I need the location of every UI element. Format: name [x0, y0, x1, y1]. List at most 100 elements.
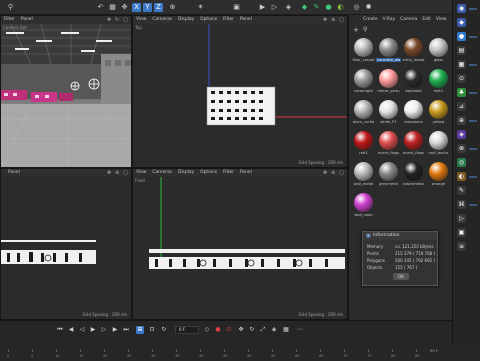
frame-ruler[interactable]: 0 5 10 15 20 25 30 35 40 45 50 55 60 65 70 75 80 85	[0, 335, 452, 361]
attributes-icon[interactable]: ●	[457, 32, 466, 41]
menu-filter[interactable]: Filter	[223, 16, 234, 24]
material-item[interactable]: wall_neon	[351, 192, 376, 222]
render-queue-icon[interactable]: ▷	[457, 214, 466, 223]
maximize-view-icon[interactable]: ▢	[339, 170, 345, 176]
menu-filter[interactable]: Filter	[4, 16, 15, 24]
menu-view[interactable]: View	[136, 169, 146, 177]
render-region-icon[interactable]: ▣	[232, 3, 241, 12]
ok-button[interactable]: OK	[393, 273, 409, 280]
menu-view[interactable]: View	[136, 16, 146, 24]
menu-display[interactable]: Display	[178, 16, 194, 24]
record-key-icon[interactable]: ●	[214, 326, 222, 334]
move-view-icon[interactable]: ✥	[107, 170, 113, 176]
xpresso-icon[interactable]: ⌘	[457, 200, 466, 209]
viewport-top[interactable]: View Cameras Display Options Filter Pane…	[132, 15, 348, 168]
key-pla-icon[interactable]: ▦	[282, 326, 290, 334]
menu-cameras[interactable]: Cameras	[152, 169, 172, 177]
sculpt-icon[interactable]: ◐	[457, 172, 466, 181]
menu-camera[interactable]: Camera	[400, 15, 417, 24]
record-mode-icon[interactable]: ⊞	[136, 326, 144, 334]
world-coords-icon[interactable]: ⊕	[168, 3, 177, 12]
move-icon[interactable]: ✥	[120, 3, 129, 12]
menu-vray[interactable]: V-Ray	[383, 15, 396, 24]
sphere-icon[interactable]: ●	[324, 3, 333, 12]
material-item[interactable]: white_P1	[376, 99, 401, 129]
material-item[interactable]: roof_textur	[426, 130, 451, 160]
menu-panel[interactable]: Panel	[21, 16, 33, 24]
key-position-icon[interactable]: ✥	[237, 326, 245, 334]
add-material-icon[interactable]: +	[353, 26, 359, 34]
material-item[interactable]: greymetal	[376, 161, 401, 191]
layout-icon[interactable]: ◉	[457, 4, 466, 13]
undo-icon[interactable]: ↶	[96, 3, 105, 12]
menu-edit[interactable]: Edit	[422, 15, 431, 24]
menu-panel[interactable]: Panel	[240, 16, 252, 24]
cube-icon[interactable]: ◆	[300, 3, 309, 12]
menu-panel[interactable]: Panel	[240, 169, 252, 177]
next-frame-icon[interactable]: ▷	[100, 326, 108, 334]
render-view-icon[interactable]: ▶	[258, 3, 267, 12]
previous-key-icon[interactable]: ◀	[67, 326, 75, 334]
material-item[interactable]: blackmetal	[401, 161, 426, 191]
search-icon[interactable]: ⚲	[363, 26, 367, 33]
material-item[interactable]: backwall	[401, 68, 426, 98]
viewport-right[interactable]: Panel ✥ ⊕ ▢ Grid Spacing : 200 cm	[0, 168, 132, 320]
material-item[interactable]: entry_dooof	[401, 37, 426, 67]
autokey-icon[interactable]: ⊡	[148, 326, 156, 334]
layers-icon[interactable]: ▦	[457, 60, 466, 69]
light-icon[interactable]: ✺	[364, 3, 373, 12]
move-view-icon[interactable]: ✥	[323, 17, 329, 23]
maximize-view-icon[interactable]: ▢	[123, 17, 129, 23]
material-item[interactable]: yellow	[426, 99, 451, 129]
menu-options[interactable]: Options	[200, 16, 217, 24]
material-item[interactable]: ceramight	[351, 68, 376, 98]
current-frame-field[interactable]: 0 F	[175, 326, 199, 334]
menu-options[interactable]: Options	[200, 169, 217, 177]
previous-frame-icon[interactable]: ◁	[78, 326, 86, 334]
filter-icon[interactable]: ⚲	[6, 3, 15, 12]
viewport-perspective[interactable]: Filter Panel ✥ ↻ ▢ Camera Set Grid Spaci…	[0, 15, 132, 168]
snap-icon[interactable]: ⊗	[457, 144, 466, 153]
coordinates-icon[interactable]: ⊕	[457, 116, 466, 125]
menu-filter[interactable]: Filter	[223, 169, 234, 177]
rotate-view-icon[interactable]: ↻	[115, 17, 121, 23]
axis-x-icon[interactable]: X	[132, 3, 141, 12]
menu-panel[interactable]: Panel	[8, 169, 20, 177]
render-settings-icon[interactable]: ▷	[270, 3, 279, 12]
play-icon[interactable]: ▶	[89, 326, 97, 334]
material-item[interactable]: emissions	[401, 99, 426, 129]
grid-icon[interactable]: ▦	[108, 3, 117, 12]
picture-viewer-icon[interactable]: ▣	[457, 228, 466, 237]
axis-z-icon[interactable]: Z	[154, 3, 163, 12]
camera-icon[interactable]: ◎	[352, 3, 361, 12]
key-param-icon[interactable]: ◈	[270, 326, 278, 334]
autokey-record-icon[interactable]: ⊙	[225, 326, 233, 334]
next-key-icon[interactable]: ▶	[111, 326, 119, 334]
content-browser-icon[interactable]: ⊙	[457, 74, 466, 83]
material-item[interactable]: wall_metal	[351, 161, 376, 191]
render-queue-icon[interactable]: ◈	[284, 3, 293, 12]
zoom-view-icon[interactable]: ⊕	[331, 17, 337, 23]
key-rotation-icon[interactable]: ↻	[248, 326, 256, 334]
material-item[interactable]: orange	[426, 161, 451, 191]
material-item[interactable]: event_flags	[376, 130, 401, 160]
menu-display[interactable]: Display	[178, 169, 194, 177]
move-view-icon[interactable]: ✥	[323, 170, 329, 176]
workplane-icon[interactable]: ◎	[457, 158, 466, 167]
menu-view[interactable]: View	[436, 15, 446, 24]
material-item[interactable]: exit1	[426, 68, 451, 98]
mograph-icon[interactable]: ♣	[457, 88, 466, 97]
material-item[interactable]: floor_carpet	[351, 37, 376, 67]
key-scale-icon[interactable]: ⤢	[259, 326, 267, 334]
material-item[interactable]: alum_curtw	[351, 99, 376, 129]
go-to-end-icon[interactable]: ⏭	[122, 326, 130, 334]
maximize-view-icon[interactable]: ▢	[123, 170, 129, 176]
viewport-front[interactable]: View Cameras Display Options Filter Pane…	[132, 168, 348, 320]
zoom-view-icon[interactable]: ⊕	[115, 170, 121, 176]
takes-icon[interactable]: ▤	[457, 46, 466, 55]
menu-cameras[interactable]: Cameras	[152, 16, 172, 24]
material-item[interactable]: glass	[426, 37, 451, 67]
objects-icon[interactable]: ◆	[457, 18, 466, 27]
structure-icon[interactable]: ⊿	[457, 102, 466, 111]
loop-icon[interactable]: ↻	[160, 326, 168, 334]
